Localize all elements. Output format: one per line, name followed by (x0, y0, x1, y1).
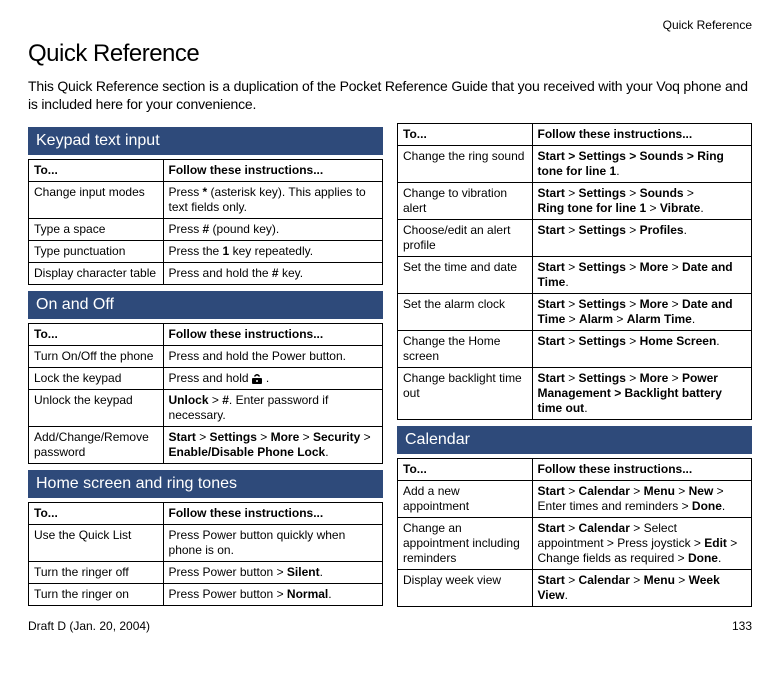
table-row: Change backlight time outStart > Setting… (398, 368, 752, 420)
cell-to: Choose/edit an alert profile (398, 220, 533, 257)
cell-instructions: Press Power button quickly when phone is… (163, 525, 382, 562)
table-row: Display week viewStart > Calendar > Menu… (398, 570, 752, 607)
section-heading-calendar: Calendar (397, 426, 752, 454)
cell-instructions: Start > Calendar > Menu > New > Enter ti… (532, 481, 751, 518)
col-header-to: To... (29, 324, 164, 346)
cell-instructions: Start > Calendar > Select appointment > … (532, 518, 751, 570)
cell-instructions: Press Power button > Normal. (163, 584, 382, 606)
page-footer: Draft D (Jan. 20, 2004) 133 (28, 619, 752, 633)
cell-instructions: Press Power button > Silent. (163, 562, 382, 584)
table-row: Turn On/Off the phonePress and hold the … (29, 346, 383, 368)
cell-instructions: Press and hold . (163, 368, 382, 390)
table-row: Unlock the keypadUnlock > #. Enter passw… (29, 390, 383, 427)
table-row: Type a spacePress # (pound key). (29, 219, 383, 241)
cell-to: Type a space (29, 219, 164, 241)
home2-table: To... Follow these instructions... Chang… (397, 123, 752, 420)
cell-to: Change input modes (29, 182, 164, 219)
table-row: Turn the ringer offPress Power button > … (29, 562, 383, 584)
table-row: Change input modesPress * (asterisk key)… (29, 182, 383, 219)
home-table: To... Follow these instructions... Use t… (28, 502, 383, 606)
table-row: Change an appointment including reminder… (398, 518, 752, 570)
table-row: Set the alarm clockStart > Settings > Mo… (398, 294, 752, 331)
cell-instructions: Start > Settings > More > Date and Time … (532, 294, 751, 331)
page-title: Quick Reference (28, 40, 752, 68)
cell-instructions: Start > Settings > More > Security > Ena… (163, 427, 382, 464)
col-header-instructions: Follow these instructions... (163, 160, 382, 182)
col-header-instructions: Follow these instructions... (163, 503, 382, 525)
table-row: Change to vibration alertStart > Setting… (398, 183, 752, 220)
cell-instructions: Start > Settings > Sounds > Ring tone fo… (532, 146, 751, 183)
left-column: Keypad text input To... Follow these ins… (28, 123, 383, 613)
table-header-row: To... Follow these instructions... (29, 160, 383, 182)
table-row: Add/Change/Remove passwordStart > Settin… (29, 427, 383, 464)
table-row: Choose/edit an alert profileStart > Sett… (398, 220, 752, 257)
section-heading-onoff: On and Off (28, 291, 383, 319)
section-heading-keypad: Keypad text input (28, 127, 383, 155)
cell-to: Add a new appointment (398, 481, 533, 518)
cell-instructions: Start > Settings > Sounds > Ring tone fo… (532, 183, 751, 220)
intro-text: This Quick Reference section is a duplic… (28, 78, 752, 113)
table-row: Display character tablePress and hold th… (29, 263, 383, 285)
cell-instructions: Press and hold the Power button. (163, 346, 382, 368)
table-row: Add a new appointmentStart > Calendar > … (398, 481, 752, 518)
cell-instructions: Start > Settings > Profiles. (532, 220, 751, 257)
cell-to: Set the alarm clock (398, 294, 533, 331)
footer-left: Draft D (Jan. 20, 2004) (28, 619, 150, 633)
col-header-to: To... (398, 124, 533, 146)
table-row: Turn the ringer onPress Power button > N… (29, 584, 383, 606)
section-heading-home: Home screen and ring tones (28, 470, 383, 498)
table-row: Lock the keypadPress and hold . (29, 368, 383, 390)
table-row: Type punctuationPress the 1 key repeated… (29, 241, 383, 263)
col-header-to: To... (29, 503, 164, 525)
cell-to: Change an appointment including reminder… (398, 518, 533, 570)
col-header-to: To... (29, 160, 164, 182)
cell-instructions: Press * (asterisk key). This applies to … (163, 182, 382, 219)
cell-to: Lock the keypad (29, 368, 164, 390)
table-row: Set the time and dateStart > Settings > … (398, 257, 752, 294)
col-header-instructions: Follow these instructions... (532, 459, 751, 481)
cell-to: Display character table (29, 263, 164, 285)
cell-to: Use the Quick List (29, 525, 164, 562)
cell-to: Turn the ringer off (29, 562, 164, 584)
cell-to: Add/Change/Remove password (29, 427, 164, 464)
cell-to: Display week view (398, 570, 533, 607)
right-column: To... Follow these instructions... Chang… (397, 123, 752, 613)
col-header-instructions: Follow these instructions... (532, 124, 751, 146)
cell-instructions: Unlock > #. Enter password if necessary. (163, 390, 382, 427)
table-row: Change the Home screenStart > Settings >… (398, 331, 752, 368)
table-row: Change the ring soundStart > Settings > … (398, 146, 752, 183)
cell-instructions: Start > Settings > Home Screen. (532, 331, 751, 368)
cell-to: Change backlight time out (398, 368, 533, 420)
cell-instructions: Start > Settings > More > Date and Time. (532, 257, 751, 294)
cell-to: Change to vibration alert (398, 183, 533, 220)
cell-instructions: Start > Settings > More > Power Manageme… (532, 368, 751, 420)
col-header-instructions: Follow these instructions... (163, 324, 382, 346)
table-row: Use the Quick ListPress Power button qui… (29, 525, 383, 562)
cell-instructions: Press the 1 key repeatedly. (163, 241, 382, 263)
table-header-row: To... Follow these instructions... (398, 459, 752, 481)
cell-instructions: Press # (pound key). (163, 219, 382, 241)
table-header-row: To... Follow these instructions... (29, 324, 383, 346)
cell-to: Turn On/Off the phone (29, 346, 164, 368)
running-head: Quick Reference (28, 18, 752, 32)
onoff-table: To... Follow these instructions... Turn … (28, 323, 383, 464)
cell-to: Type punctuation (29, 241, 164, 263)
calendar-table: To... Follow these instructions... Add a… (397, 458, 752, 607)
cell-to: Turn the ringer on (29, 584, 164, 606)
cell-instructions: Press and hold the # key. (163, 263, 382, 285)
table-header-row: To... Follow these instructions... (398, 124, 752, 146)
cell-to: Change the ring sound (398, 146, 533, 183)
cell-to: Set the time and date (398, 257, 533, 294)
cell-instructions: Start > Calendar > Menu > Week View. (532, 570, 751, 607)
footer-right: 133 (732, 619, 752, 633)
keypad-table: To... Follow these instructions... Chang… (28, 159, 383, 285)
cell-to: Unlock the keypad (29, 390, 164, 427)
cell-to: Change the Home screen (398, 331, 533, 368)
table-header-row: To... Follow these instructions... (29, 503, 383, 525)
col-header-to: To... (398, 459, 533, 481)
